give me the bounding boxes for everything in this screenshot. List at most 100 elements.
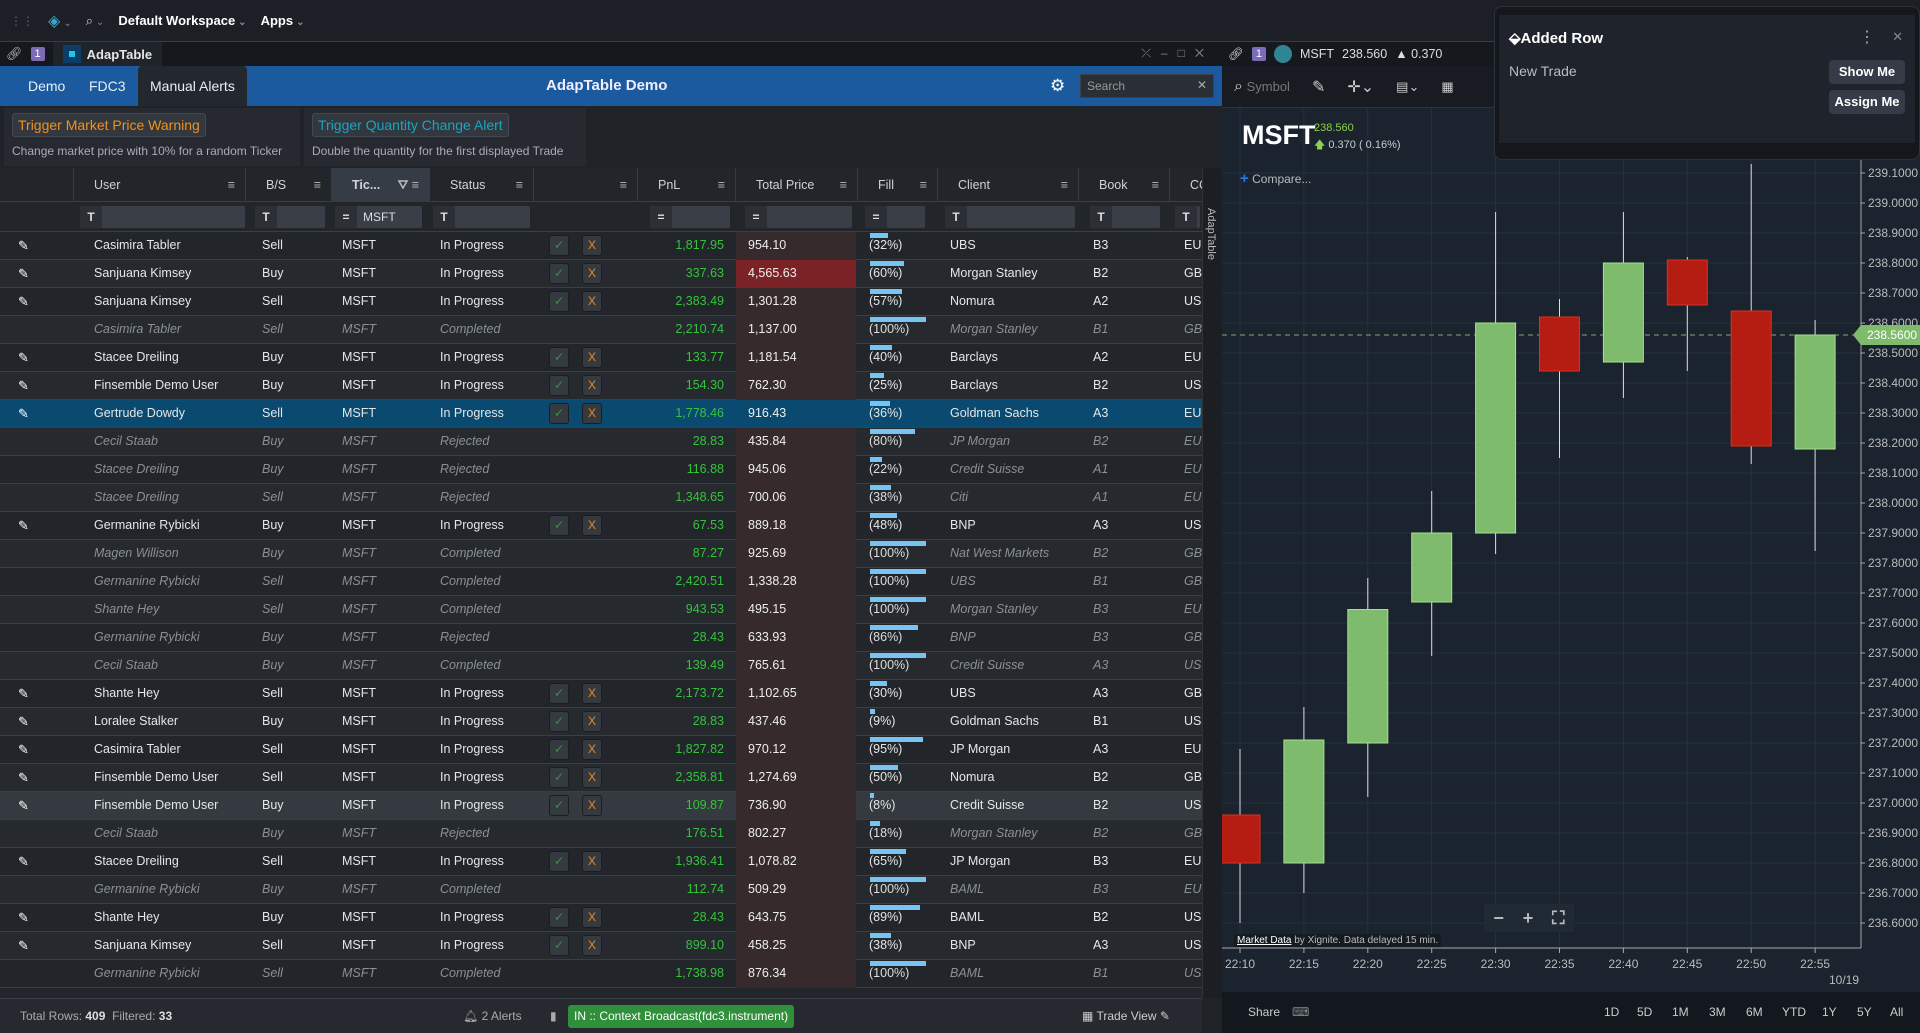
reject-button[interactable]: X [582, 711, 602, 732]
reject-button[interactable]: X [582, 347, 602, 368]
workspace-menu[interactable]: Default Workspace⌄ [118, 13, 246, 28]
reject-button[interactable]: X [582, 795, 602, 816]
alerts-status[interactable]: 🔔︎ 2 Alerts [463, 999, 522, 1033]
column-menu-icon[interactable]: ≡ [516, 168, 523, 202]
table-row[interactable]: ✎Casimira TablerSellMSFTIn Progress✓X1,8… [0, 232, 1202, 260]
link-icon[interactable]: 🔗︎ [6, 46, 23, 62]
edit-icon[interactable]: ✎ [18, 344, 29, 371]
tab-fdc3[interactable]: FDC3 [77, 66, 138, 106]
zoom-out-icon[interactable]: − [1493, 908, 1504, 929]
period-button-1d[interactable]: 1D [1604, 992, 1619, 1033]
table-row[interactable]: ✎Finsemble Demo UserBuyMSFTIn Progress✓X… [0, 372, 1202, 400]
table-row[interactable]: ✎Germanine RybickiBuyMSFTIn Progress✓X67… [0, 512, 1202, 540]
column-filter[interactable]: = [650, 206, 730, 228]
period-button-1m[interactable]: 1M [1672, 992, 1689, 1033]
equals-filter-icon[interactable]: = [745, 206, 767, 228]
accept-button[interactable]: ✓ [549, 907, 569, 928]
table-row[interactable]: ✎Finsemble Demo UserBuyMSFTIn Progress✓X… [0, 792, 1202, 820]
reject-button[interactable]: X [582, 263, 602, 284]
accept-button[interactable]: ✓ [549, 403, 569, 424]
equals-filter-icon[interactable]: = [650, 206, 672, 228]
reject-button[interactable]: X [582, 235, 602, 256]
column-menu-icon[interactable]: ≡ [1061, 168, 1068, 202]
text-filter-icon[interactable]: T [1090, 206, 1112, 228]
accept-button[interactable]: ✓ [549, 767, 569, 788]
edit-icon[interactable]: ✎ [18, 708, 29, 735]
column-filter[interactable]: T [1090, 206, 1160, 228]
table-row[interactable]: ✎Gertrude DowdySellMSFTIn Progress✓X1,77… [0, 400, 1202, 428]
market-data-link[interactable]: Market Data [1237, 935, 1291, 946]
accept-button[interactable]: ✓ [549, 711, 569, 732]
accept-button[interactable]: ✓ [549, 739, 569, 760]
reject-button[interactable]: X [582, 291, 602, 312]
column-menu-icon[interactable]: ≡ [314, 168, 321, 202]
table-row[interactable]: Cecil StaabBuyMSFTRejected176.51802.27(1… [0, 820, 1202, 848]
edit-icon[interactable]: ✎ [18, 400, 29, 427]
column-filter[interactable]: T [945, 206, 1075, 228]
link-group-badge[interactable]: 1 [31, 47, 45, 61]
reject-button[interactable]: X [582, 403, 602, 424]
crosshair-icon[interactable]: ✛⌄ [1347, 77, 1374, 97]
reject-button[interactable]: X [582, 935, 602, 956]
edit-icon[interactable]: ✎ [18, 512, 29, 539]
column-header[interactable]: B/S≡ [245, 168, 331, 202]
edit-icon[interactable]: ✎ [18, 932, 29, 959]
edit-icon[interactable]: ✎ [18, 848, 29, 875]
search-input[interactable]: Search✕ [1080, 74, 1214, 98]
column-menu-icon[interactable]: ≡ [840, 168, 847, 202]
column-header[interactable]: CC [1169, 168, 1202, 202]
reject-button[interactable]: X [582, 851, 602, 872]
ticker-filter-value[interactable]: MSFT [357, 210, 396, 224]
text-filter-icon[interactable]: T [1175, 206, 1197, 228]
accept-button[interactable]: ✓ [549, 795, 569, 816]
trigger-market-price-warning-button[interactable]: Trigger Market Price Warning [12, 113, 206, 137]
reject-button[interactable]: X [582, 683, 602, 704]
table-row[interactable]: ✎Shante HeySellMSFTIn Progress✓X2,173.72… [0, 680, 1202, 708]
text-filter-icon[interactable]: T [945, 206, 967, 228]
column-menu-icon[interactable]: ⛛ ≡ [398, 168, 419, 202]
column-header[interactable]: Client≡ [937, 168, 1078, 202]
more-options-icon[interactable]: ⋮ [1859, 27, 1875, 47]
period-button-ytd[interactable]: YTD [1782, 992, 1806, 1033]
edit-icon[interactable]: ✎ [18, 736, 29, 763]
column-header[interactable]: ≡ [533, 168, 637, 202]
layout-selector[interactable]: ▦ Trade View ✎ [1082, 999, 1170, 1033]
table-row[interactable]: Stacee DreilingBuyMSFTRejected116.88945.… [0, 456, 1202, 484]
column-header[interactable]: PnL≡ [637, 168, 735, 202]
column-filter[interactable]: T [433, 206, 530, 228]
column-filter[interactable]: = [745, 206, 852, 228]
period-button-5y[interactable]: 5Y [1857, 992, 1872, 1033]
gear-icon[interactable]: ⚙ [1050, 76, 1065, 96]
accept-button[interactable]: ✓ [549, 347, 569, 368]
column-filter[interactable]: =MSFT [335, 206, 422, 228]
table-row[interactable]: ✎Sanjuana KimseyBuyMSFTIn Progress✓X337.… [0, 260, 1202, 288]
accept-button[interactable]: ✓ [549, 683, 569, 704]
column-filter[interactable]: = [865, 206, 925, 228]
column-filter[interactable]: T [80, 206, 245, 228]
accept-button[interactable]: ✓ [549, 935, 569, 956]
accept-button[interactable]: ✓ [549, 291, 569, 312]
column-header[interactable]: Total Price≡ [735, 168, 857, 202]
column-header[interactable]: Fill≡ [857, 168, 937, 202]
comment-icon[interactable]: ▤⌄ [1396, 79, 1419, 95]
accept-button[interactable]: ✓ [549, 515, 569, 536]
link-group-badge[interactable]: 1 [1252, 47, 1266, 61]
period-button-3m[interactable]: 3M [1709, 992, 1726, 1033]
accept-button[interactable]: ✓ [549, 263, 569, 284]
column-menu-icon[interactable]: ≡ [920, 168, 927, 202]
column-filter[interactable]: T [255, 206, 325, 228]
reject-button[interactable]: X [582, 907, 602, 928]
fullscreen-icon[interactable]: ⛶ [1552, 908, 1565, 929]
period-button-5d[interactable]: 5D [1637, 992, 1652, 1033]
reject-button[interactable]: X [582, 515, 602, 536]
accept-button[interactable]: ✓ [549, 375, 569, 396]
table-row[interactable]: Germanine RybickiBuyMSFTRejected28.43633… [0, 624, 1202, 652]
window-tab[interactable]: AdapTable [53, 42, 163, 66]
text-filter-icon[interactable]: T [80, 206, 102, 228]
edit-icon[interactable]: ✎ [18, 764, 29, 791]
column-header[interactable]: Status≡ [429, 168, 533, 202]
table-row[interactable]: Germanine RybickiSellMSFTCompleted2,420.… [0, 568, 1202, 596]
table-row[interactable]: Cecil StaabBuyMSFTCompleted139.49765.61(… [0, 652, 1202, 680]
accept-button[interactable]: ✓ [549, 235, 569, 256]
edit-icon[interactable]: ✎ [18, 680, 29, 707]
